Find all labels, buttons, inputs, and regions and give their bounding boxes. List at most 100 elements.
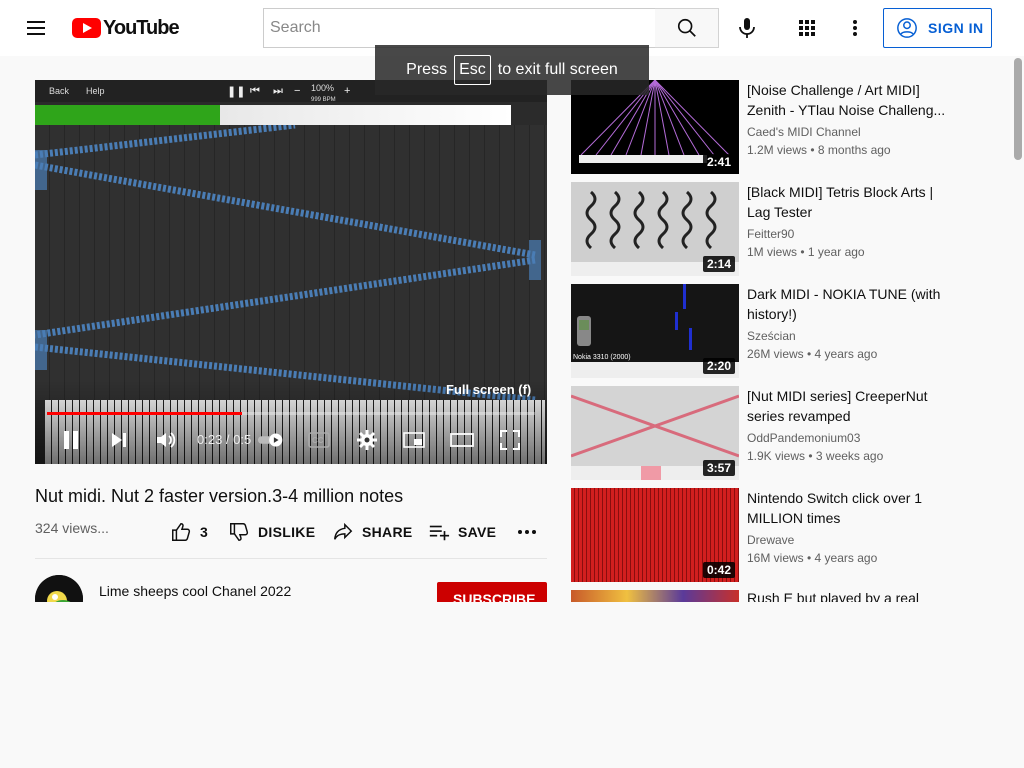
video-thumbnail[interactable]: 2:14 — [571, 182, 739, 276]
next-button[interactable] — [104, 425, 134, 455]
thumbnail-caption: Nokia 3310 (2000) — [573, 354, 631, 361]
more-vertical-icon — [853, 20, 857, 36]
midi-notes-graphic — [35, 121, 541, 404]
channel-name[interactable]: Lime sheeps cool Chanel 2022 — [99, 583, 291, 599]
account-icon — [897, 18, 917, 38]
theater-mode-icon — [450, 433, 474, 447]
autoplay-toggle-icon — [257, 433, 283, 447]
recommendation-title[interactable]: Nintendo Switch click over 1 MILLION tim… — [747, 488, 947, 528]
like-button[interactable]: 3 — [170, 520, 208, 544]
settings-more-button[interactable] — [835, 8, 875, 48]
midi-help-label: Help — [86, 86, 105, 96]
page-scrollbar[interactable] — [1012, 56, 1024, 768]
volume-icon — [157, 432, 176, 448]
recommendation-meta: 1.2M views • 8 months ago — [747, 143, 891, 157]
recommendation-item[interactable]: Rush E but played by a real — [571, 590, 951, 602]
midi-back-label: Back — [49, 86, 70, 96]
midi-note-area — [35, 121, 547, 404]
duration-badge: 2:14 — [702, 256, 735, 272]
menu-icon[interactable] — [24, 16, 48, 40]
recommendation-channel[interactable]: Caed's MIDI Channel — [747, 125, 861, 139]
pause-button[interactable] — [56, 425, 86, 455]
duration-badge: 2:20 — [702, 358, 735, 374]
fullscreen-tooltip: Full screen (f) — [446, 382, 532, 397]
svg-text:CC: CC — [312, 436, 324, 445]
recommendation-channel[interactable]: Feitter90 — [747, 227, 794, 241]
like-count: 3 — [200, 524, 209, 540]
recommendation-title[interactable]: [Noise Challenge / Art MIDI] Zenith - YT… — [747, 80, 947, 120]
recommendation-channel[interactable]: Sześcian — [747, 329, 796, 343]
toast-prefix: Press — [406, 61, 448, 78]
midi-pause-icon: ❚❚ — [227, 86, 246, 98]
share-button[interactable]: SHARE — [332, 520, 413, 544]
progress-bar[interactable] — [47, 412, 535, 415]
skip-next-icon — [112, 433, 126, 447]
recommendation-meta: 1M views • 1 year ago — [747, 245, 865, 259]
midi-progress-bar — [35, 105, 511, 125]
scrollbar-thumb[interactable] — [1014, 58, 1022, 160]
mute-button[interactable] — [151, 425, 181, 455]
fullscreen-toast: Press Esc to exit full screen — [375, 45, 649, 95]
apps-button[interactable] — [787, 8, 827, 48]
recommendation-title[interactable]: Dark MIDI - NOKIA TUNE (with history!) — [747, 284, 947, 324]
more-horizontal-icon — [518, 530, 536, 534]
video-thumbnail[interactable]: Nokia 3310 (2000) 2:20 — [571, 284, 739, 378]
dislike-button[interactable]: DISLIKE — [228, 520, 315, 544]
recommendation-title[interactable]: [Nut MIDI series] CreeperNut series reva… — [747, 386, 947, 426]
midi-minus-icon: − — [294, 85, 301, 97]
video-thumbnail[interactable]: 0:42 — [571, 488, 739, 582]
theater-mode-button[interactable] — [447, 425, 477, 455]
recommendation-item[interactable]: Nokia 3310 (2000) 2:20 Dark MIDI - NOKIA… — [571, 284, 951, 378]
more-actions-button[interactable] — [517, 520, 545, 544]
sign-in-button[interactable]: SIGN IN — [883, 8, 992, 48]
duration-badge: 3:57 — [702, 460, 735, 476]
recommendation-channel[interactable]: OddPandemonium03 — [747, 431, 860, 445]
voice-search-button[interactable] — [727, 8, 767, 48]
recommendation-item[interactable]: 2:14 [Black MIDI] Tetris Block Arts | La… — [571, 182, 951, 276]
save-button[interactable]: SAVE — [428, 520, 496, 544]
recommendation-meta: 16M views • 4 years ago — [747, 551, 878, 565]
thumbs-up-icon — [172, 523, 191, 541]
recommendation-meta: 1.9K views • 3 weeks ago — [747, 449, 884, 463]
midi-plus-icon: + — [344, 85, 351, 97]
thumbs-down-icon — [230, 523, 249, 541]
video-player[interactable]: Back Help ❚❚ ⏮ ⏭ − 100% 999 BPM + Full sc… — [35, 80, 547, 464]
fullscreen-button[interactable] — [495, 425, 525, 455]
view-count[interactable]: 324 views... — [35, 520, 109, 536]
midi-zoom-label: 100% 999 BPM — [311, 83, 336, 103]
recommendation-meta: 26M views • 4 years ago — [747, 347, 878, 361]
subscribe-button[interactable]: SUBSCRIBE — [437, 582, 547, 602]
recommendation-channel[interactable]: Drewave — [747, 533, 794, 547]
settings-button[interactable] — [352, 425, 382, 455]
youtube-logo[interactable]: YouTube — [72, 16, 180, 39]
save-label: SAVE — [458, 524, 497, 540]
esc-key-badge: Esc — [454, 55, 491, 85]
recommendation-title[interactable]: [Black MIDI] Tetris Block Arts | Lag Tes… — [747, 182, 947, 222]
page-clip-area — [0, 602, 560, 768]
time-display: 0:23 / 0:5 — [197, 432, 252, 447]
duration-badge: 0:42 — [702, 562, 735, 578]
apps-grid-icon — [799, 20, 815, 36]
gear-icon — [357, 430, 377, 450]
youtube-play-icon — [72, 18, 101, 38]
logo-text: YouTube — [103, 16, 180, 39]
sign-in-label: SIGN IN — [928, 20, 984, 36]
microphone-icon — [739, 18, 755, 38]
miniplayer-button[interactable] — [399, 425, 429, 455]
search-button[interactable] — [655, 8, 719, 48]
video-thumbnail[interactable] — [571, 590, 739, 602]
video-thumbnail[interactable]: 3:57 — [571, 386, 739, 480]
recommendation-item[interactable]: 3:57 [Nut MIDI series] CreeperNut series… — [571, 386, 951, 480]
recommendation-item[interactable]: 0:42 Nintendo Switch click over 1 MILLIO… — [571, 488, 951, 582]
subtitles-button[interactable]: CC — [304, 425, 334, 455]
duration-badge: 2:41 — [702, 154, 735, 170]
pause-icon — [64, 431, 78, 449]
progress-played — [47, 412, 243, 415]
autoplay-toggle[interactable] — [257, 425, 287, 455]
search-input[interactable] — [270, 19, 655, 37]
miniplayer-icon — [403, 432, 425, 448]
fullscreen-icon — [500, 430, 520, 450]
midi-prev-icon: ⏮ — [250, 85, 260, 97]
share-icon — [334, 522, 353, 540]
recommendation-title[interactable]: Rush E but played by a real — [747, 590, 947, 602]
